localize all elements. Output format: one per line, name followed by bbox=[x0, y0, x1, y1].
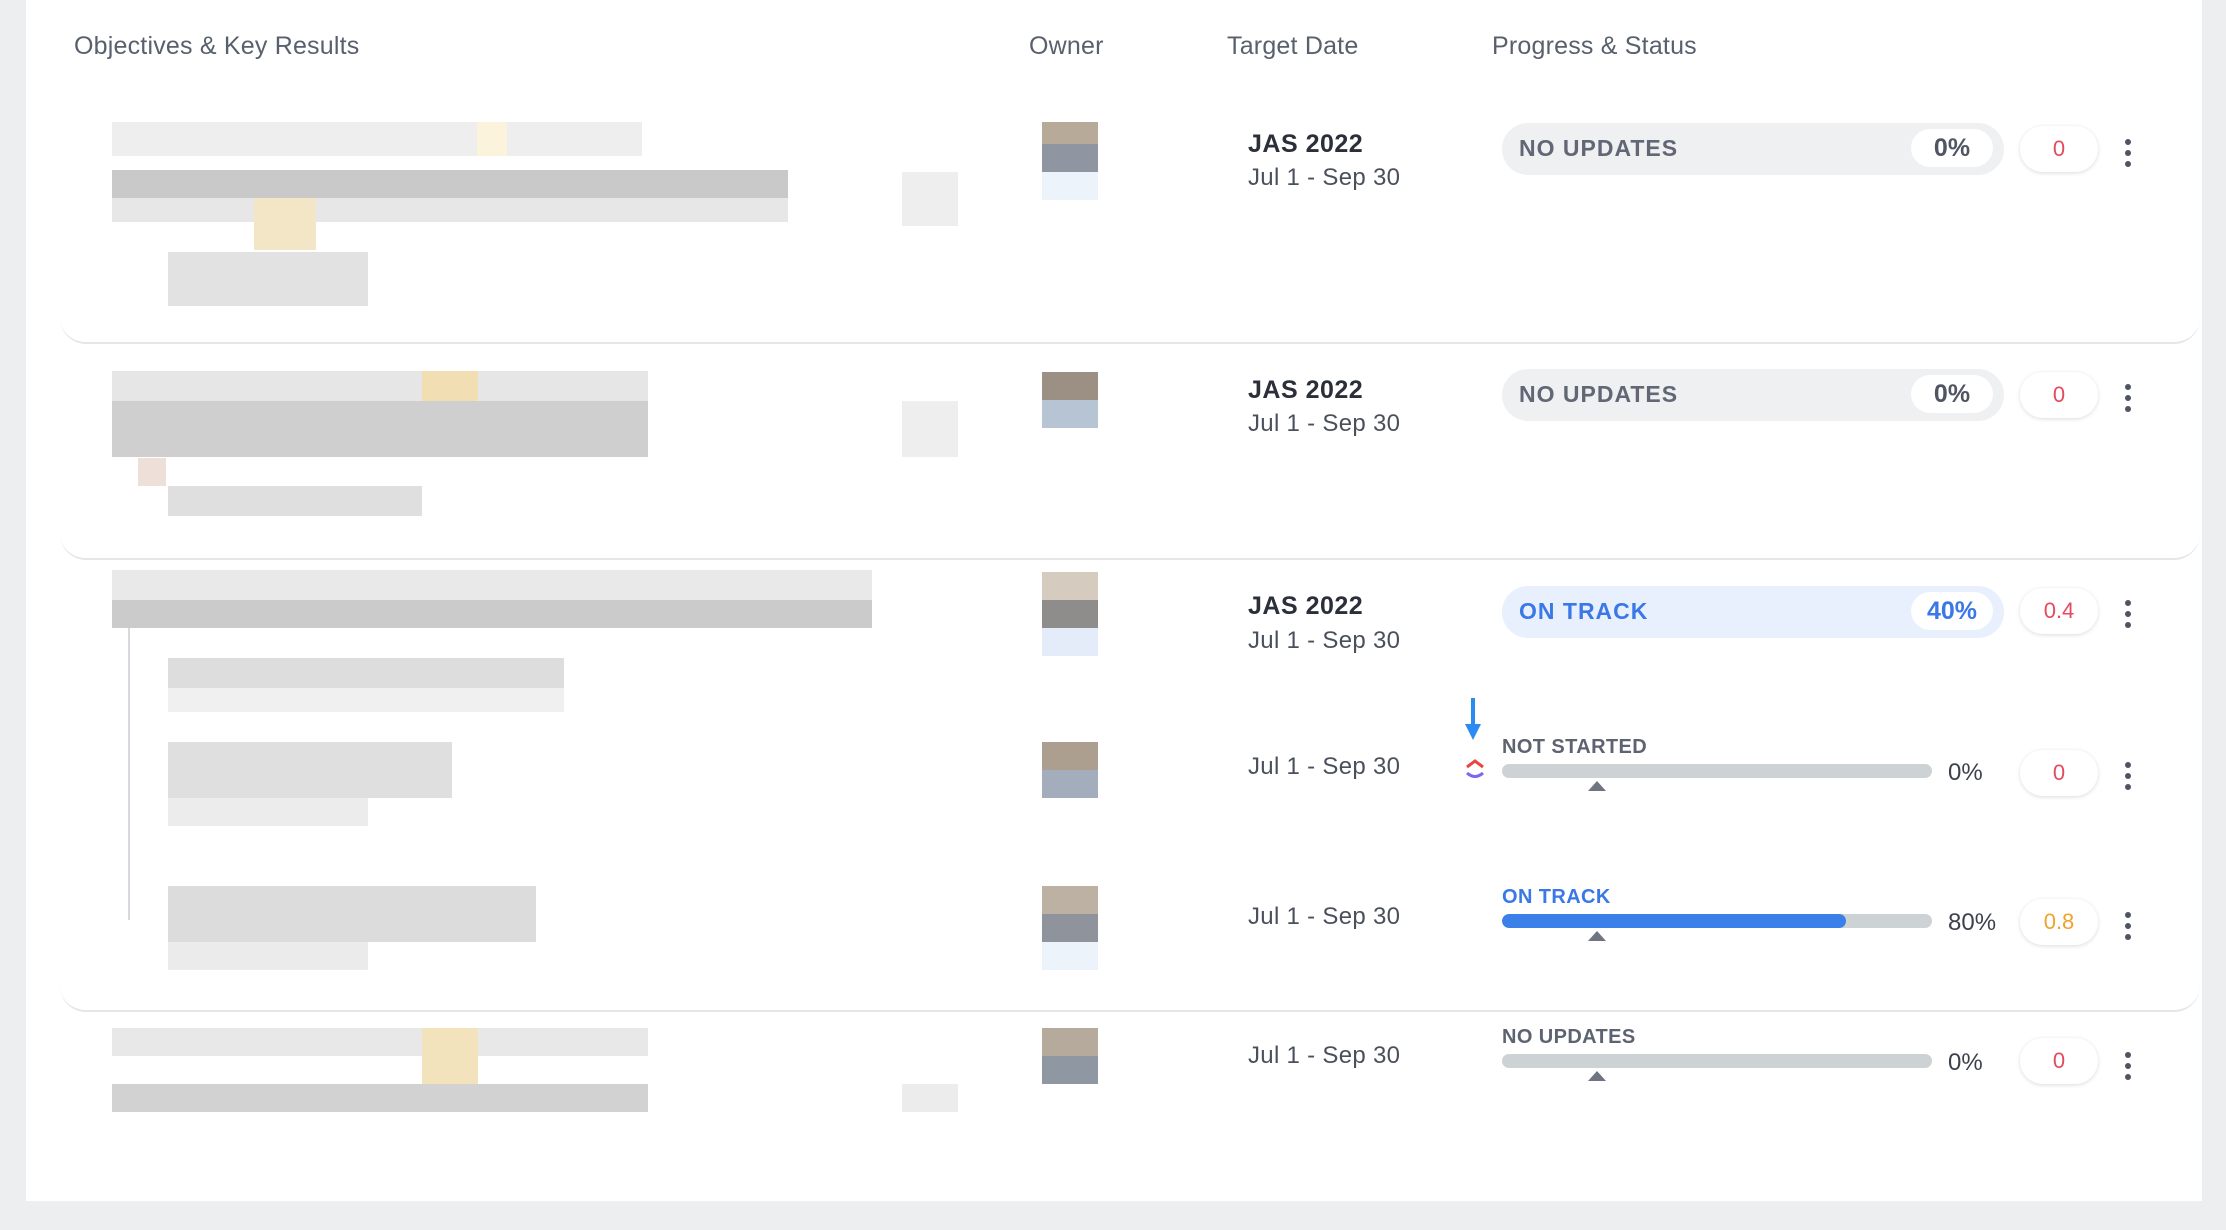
score-badge[interactable]: 0.8 bbox=[2020, 899, 2098, 945]
status-pill[interactable]: NO UPDATES 0% bbox=[1502, 369, 2004, 421]
more-options-icon[interactable] bbox=[2118, 762, 2138, 796]
target-quarter: JAS 2022 bbox=[1248, 130, 1364, 158]
more-options-icon[interactable] bbox=[2118, 384, 2138, 418]
score-badge[interactable]: 0.4 bbox=[2020, 588, 2098, 634]
progress-percent: 0% bbox=[1948, 759, 1983, 786]
target-range: Jul 1 - Sep 30 bbox=[1248, 1042, 1401, 1069]
owner-avatar[interactable] bbox=[1042, 742, 1098, 798]
owner-avatar[interactable] bbox=[1042, 886, 1098, 970]
more-options-icon[interactable] bbox=[2118, 139, 2138, 173]
progress-percent: 0% bbox=[1911, 129, 1993, 167]
progress-percent: 40% bbox=[1911, 592, 1993, 630]
owner-avatar[interactable] bbox=[1042, 1028, 1098, 1084]
expected-progress-marker bbox=[1588, 781, 1606, 791]
progress-bar-fill bbox=[1502, 914, 1846, 928]
progress-percent: 0% bbox=[1948, 1049, 1983, 1076]
arrow-down-icon bbox=[1462, 696, 1484, 746]
expected-progress-marker bbox=[1588, 931, 1606, 941]
target-quarter: JAS 2022 bbox=[1248, 376, 1364, 404]
owner-avatar[interactable] bbox=[1042, 122, 1098, 202]
score-badge[interactable]: 0 bbox=[2020, 372, 2098, 418]
status-label: ON TRACK bbox=[1502, 886, 1611, 908]
more-options-icon[interactable] bbox=[2118, 912, 2138, 946]
owner-avatar[interactable] bbox=[1042, 372, 1098, 428]
progress-bar[interactable] bbox=[1502, 764, 1932, 778]
status-label: NO UPDATES bbox=[1502, 1026, 1636, 1048]
status-label: NOT STARTED bbox=[1502, 736, 1648, 758]
more-options-icon[interactable] bbox=[2118, 1052, 2138, 1086]
score-badge[interactable]: 0 bbox=[2020, 750, 2098, 796]
okr-panel: Objectives & Key Results Owner Target Da… bbox=[26, 0, 2202, 1201]
target-range: Jul 1 - Sep 30 bbox=[1248, 164, 1401, 191]
score-badge[interactable]: 0 bbox=[2020, 126, 2098, 172]
status-label: ON TRACK bbox=[1519, 598, 1649, 624]
target-range: Jul 1 - Sep 30 bbox=[1248, 903, 1401, 930]
more-options-icon[interactable] bbox=[2118, 600, 2138, 634]
status-pill[interactable]: ON TRACK 40% bbox=[1502, 586, 2004, 638]
owner-avatar[interactable] bbox=[1042, 572, 1098, 656]
status-pill[interactable]: NO UPDATES 0% bbox=[1502, 123, 2004, 175]
target-quarter: JAS 2022 bbox=[1248, 592, 1364, 620]
target-range: Jul 1 - Sep 30 bbox=[1248, 753, 1401, 780]
status-label: NO UPDATES bbox=[1519, 381, 1679, 407]
expected-progress-marker bbox=[1588, 1071, 1606, 1081]
progress-percent: 80% bbox=[1948, 909, 1997, 936]
progress-bar[interactable] bbox=[1502, 1054, 1932, 1068]
target-range: Jul 1 - Sep 30 bbox=[1248, 627, 1401, 654]
progress-bar[interactable] bbox=[1502, 914, 1932, 928]
progress-percent: 0% bbox=[1911, 375, 1993, 413]
target-range: Jul 1 - Sep 30 bbox=[1248, 410, 1401, 437]
status-label: NO UPDATES bbox=[1519, 135, 1679, 161]
clickup-logo-icon[interactable] bbox=[1462, 756, 1488, 782]
tree-connector-line bbox=[128, 625, 130, 920]
score-badge[interactable]: 0 bbox=[2020, 1038, 2098, 1084]
